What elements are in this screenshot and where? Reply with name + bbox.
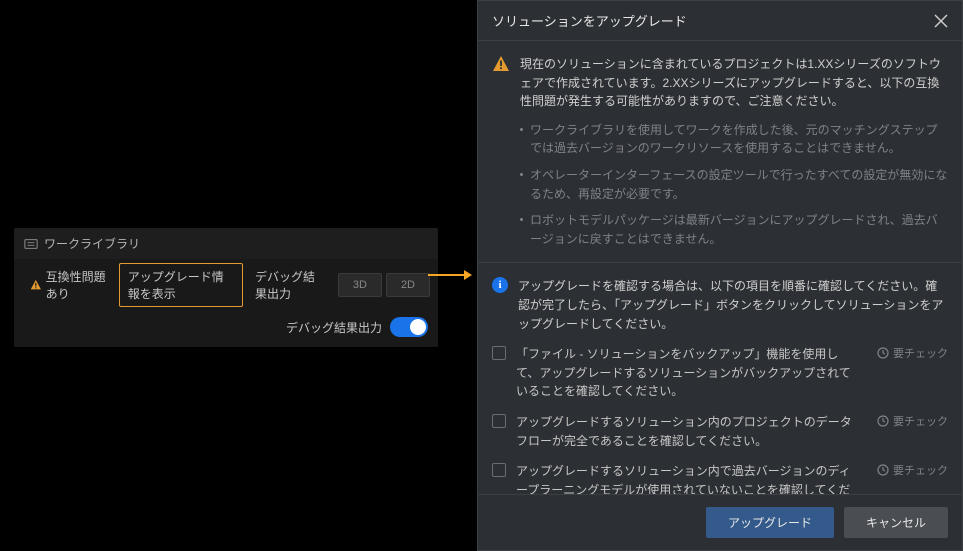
dialog-title: ソリューションをアップグレード — [492, 11, 687, 30]
library-icon — [24, 237, 38, 251]
checkbox[interactable] — [492, 463, 506, 477]
bullet-item: オペレーターインターフェースの設定ツールで行ったすべての設定が無効になるため、再… — [520, 166, 948, 203]
clock-icon — [877, 347, 889, 359]
warning-block: 現在のソリューションに含まれているプロジェクトは1.XXシリーズのソフトウェアで… — [492, 55, 948, 111]
info-block: i アップグレードを確認する場合は、以下の項目を順番に確認してください。確認が完… — [492, 277, 948, 333]
view-2d-button[interactable]: 2D — [386, 273, 430, 297]
dialog-footer: アップグレード キャンセル — [478, 494, 962, 550]
view-3d-button[interactable]: 3D — [338, 273, 382, 297]
bullet-item: ロボットモデルパッケージは最新バージョンにアップグレードされ、過去バージョンに戻… — [520, 211, 948, 248]
arrow-indicator — [428, 268, 472, 282]
check-status: 要チェック — [877, 413, 948, 429]
upgrade-dialog: ソリューションをアップグレード 現在のソリューションに含まれているプロジェクトは… — [477, 0, 963, 551]
check-item-deeplearning: アップグレードするソリューション内で過去バージョンのディープラーニングモデルが使… — [492, 462, 948, 494]
check-status: 要チェック — [877, 345, 948, 361]
tab-compat[interactable]: 互換性問題あり — [22, 264, 115, 306]
check-item-dataflow: アップグレードするソリューション内のプロジェクトのデータフローが完全であることを… — [492, 413, 948, 450]
info-icon: i — [492, 277, 508, 293]
cancel-button[interactable]: キャンセル — [844, 507, 948, 538]
warning-icon — [492, 55, 510, 73]
tabs-row: 互換性問題あり アップグレード情報を表示 デバッグ結果出力 3D 2D — [14, 259, 438, 311]
warning-icon — [30, 277, 42, 293]
debug-output-label: デバッグ結果出力 — [286, 319, 382, 336]
panel-header: ワークライブラリ — [14, 228, 438, 259]
warning-bullets: ワークライブラリを使用してワークを作成した後、元のマッチングステップでは過去バー… — [520, 121, 948, 249]
debug-output-row: デバッグ結果出力 — [14, 311, 438, 347]
checkbox[interactable] — [492, 346, 506, 360]
bullet-item: ワークライブラリを使用してワークを作成した後、元のマッチングステップでは過去バー… — [520, 121, 948, 158]
clock-icon — [877, 464, 889, 476]
check-text: 「ファイル - ソリューションをバックアップ」機能を使用して、アップグレードする… — [516, 345, 867, 401]
left-panel: ワークライブラリ 互換性問題あり アップグレード情報を表示 デバッグ結果出力 3… — [14, 228, 438, 347]
dialog-body: 現在のソリューションに含まれているプロジェクトは1.XXシリーズのソフトウェアで… — [478, 41, 962, 494]
dialog-titlebar: ソリューションをアップグレード — [478, 1, 962, 41]
panel-title: ワークライブラリ — [44, 235, 140, 252]
check-item-backup: 「ファイル - ソリューションをバックアップ」機能を使用して、アップグレードする… — [492, 345, 948, 401]
tab-upgrade-info[interactable]: アップグレード情報を表示 — [119, 263, 243, 307]
clock-icon — [877, 415, 889, 427]
tab-debug[interactable]: デバッグ結果出力 — [247, 264, 334, 306]
checkbox[interactable] — [492, 414, 506, 428]
check-status: 要チェック — [877, 462, 948, 478]
check-text: アップグレードするソリューション内のプロジェクトのデータフローが完全であることを… — [516, 413, 867, 450]
check-text: アップグレードするソリューション内で過去バージョンのディープラーニングモデルが使… — [516, 462, 867, 494]
close-icon[interactable] — [934, 14, 948, 28]
upgrade-button[interactable]: アップグレード — [706, 507, 834, 538]
warning-text: 現在のソリューションに含まれているプロジェクトは1.XXシリーズのソフトウェアで… — [520, 55, 948, 111]
divider — [478, 262, 962, 263]
debug-output-toggle[interactable] — [390, 317, 428, 337]
info-text: アップグレードを確認する場合は、以下の項目を順番に確認してください。確認が完了し… — [518, 277, 948, 333]
